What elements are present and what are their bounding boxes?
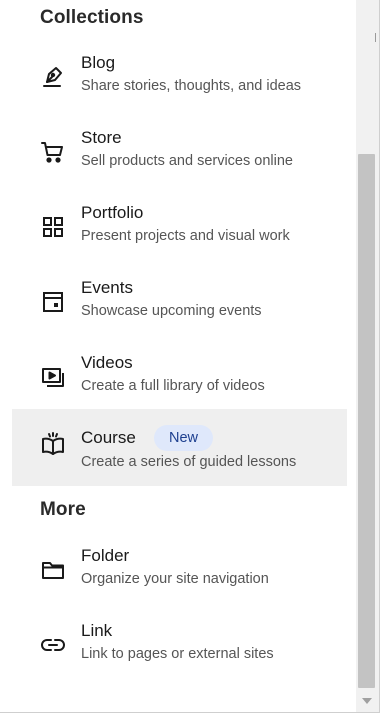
grid-icon bbox=[40, 214, 66, 240]
item-description: Create a series of guided lessons bbox=[81, 454, 297, 470]
shopping-cart-icon bbox=[40, 139, 66, 165]
collection-item-store[interactable]: Store Sell products and services online bbox=[12, 123, 347, 200]
item-title: Folder bbox=[81, 546, 130, 565]
more-item-folder[interactable]: Folder Organize your site navigation bbox=[12, 541, 347, 618]
item-description: Share stories, thoughts, and ideas bbox=[81, 78, 302, 94]
new-badge: New bbox=[154, 425, 214, 451]
panel-content: Collections Blog Share stories, thoughts… bbox=[0, 0, 356, 712]
collection-item-blog[interactable]: Blog Share stories, thoughts, and ideas bbox=[12, 48, 347, 125]
open-book-icon bbox=[40, 431, 66, 457]
collection-item-portfolio[interactable]: Portfolio Present projects and visual wo… bbox=[12, 198, 347, 275]
item-description: Sell products and services online bbox=[81, 153, 293, 169]
item-description: Link to pages or external sites bbox=[81, 646, 274, 662]
collection-item-events[interactable]: Events Showcase upcoming events bbox=[12, 273, 347, 350]
item-title: Store bbox=[81, 128, 122, 147]
item-title: Portfolio bbox=[81, 203, 144, 222]
folder-icon bbox=[40, 557, 66, 583]
collections-heading: Collections bbox=[40, 7, 144, 28]
add-page-panel: Collections Blog Share stories, thoughts… bbox=[0, 0, 380, 713]
scrollbar-thumb[interactable] bbox=[358, 154, 375, 688]
item-description: Present projects and visual work bbox=[81, 228, 290, 244]
item-title: Link bbox=[81, 621, 113, 640]
more-heading: More bbox=[40, 499, 86, 520]
vertical-scrollbar[interactable] bbox=[356, 0, 379, 712]
item-title: Videos bbox=[81, 353, 133, 372]
item-title: Blog bbox=[81, 53, 116, 72]
divider bbox=[375, 33, 376, 42]
scroll-down-arrow-icon[interactable] bbox=[362, 698, 372, 704]
collection-item-course[interactable]: Course New Create a series of guided les… bbox=[12, 409, 347, 486]
item-description: Showcase upcoming events bbox=[81, 303, 262, 319]
item-title: Events bbox=[81, 278, 133, 297]
more-item-link[interactable]: Link Link to pages or external sites bbox=[12, 616, 347, 693]
link-icon bbox=[40, 632, 66, 658]
item-title: Course bbox=[81, 428, 136, 447]
calendar-icon bbox=[40, 289, 66, 315]
video-library-icon bbox=[40, 364, 66, 390]
pen-nib-icon bbox=[40, 64, 66, 90]
item-description: Organize your site navigation bbox=[81, 571, 269, 587]
item-description: Create a full library of videos bbox=[81, 378, 265, 394]
